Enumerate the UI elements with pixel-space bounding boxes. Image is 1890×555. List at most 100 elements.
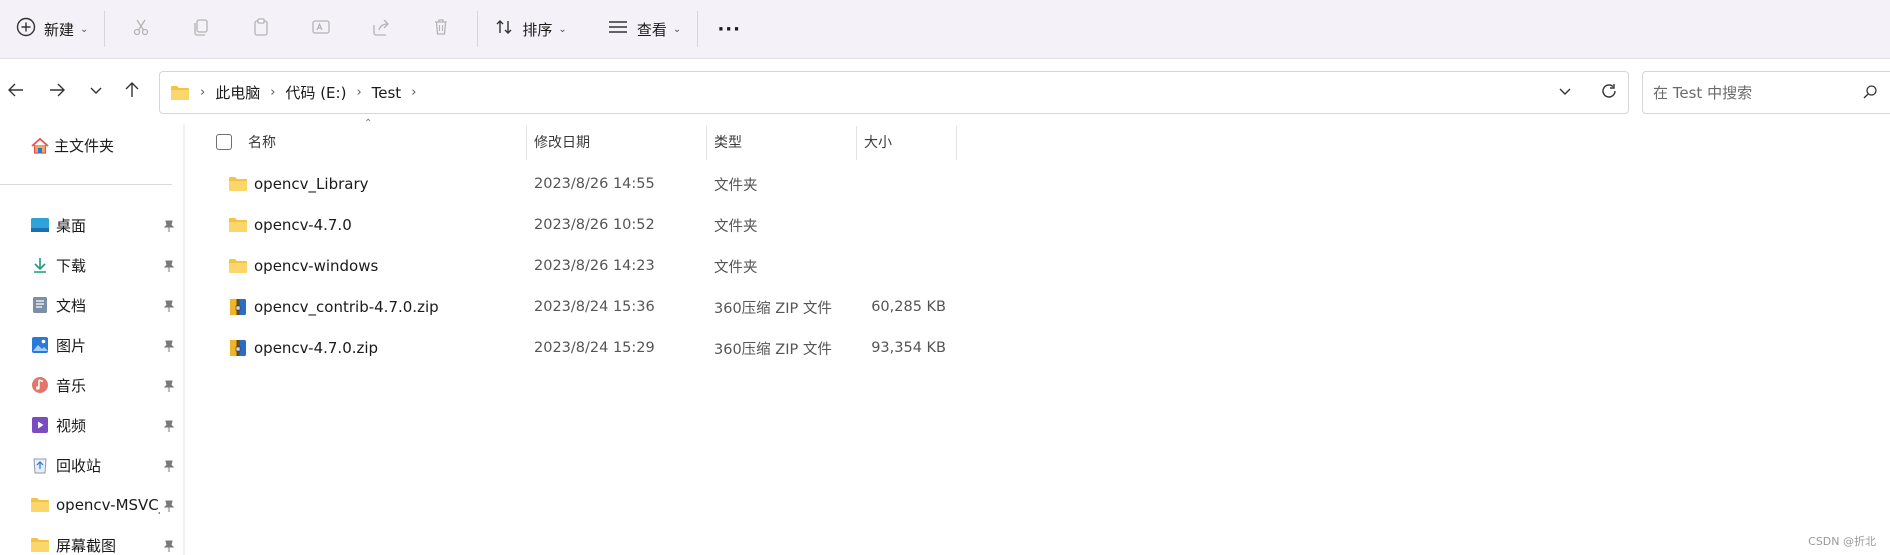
sidebar-item-music[interactable]: 音乐 (30, 370, 180, 400)
new-label: 新建 (44, 20, 75, 39)
select-all-checkbox[interactable] (216, 124, 232, 160)
rename-button[interactable] (291, 9, 351, 49)
file-size (826, 208, 946, 242)
sidebar-item-screenshots[interactable]: 屏幕截图 (30, 530, 180, 555)
file-size (826, 167, 946, 201)
column-header-name[interactable]: 名称 (248, 124, 518, 160)
column-divider[interactable] (706, 126, 707, 160)
column-header-size[interactable]: 大小 (864, 124, 954, 160)
desktop-icon (30, 215, 50, 235)
file-row[interactable]: opencv_contrib-4.7.0.zip 2023/8/24 15:36… (200, 290, 960, 324)
view-button[interactable]: 查看 ⌄ (597, 9, 691, 49)
column-header-label: 大小 (864, 135, 892, 151)
arrow-left-icon (7, 81, 25, 103)
folder-icon (228, 257, 248, 275)
pin-icon[interactable] (163, 258, 175, 276)
file-type: 文件夹 (714, 218, 758, 235)
sidebar-item-videos[interactable]: 视频 (30, 410, 180, 440)
column-header-date[interactable]: 修改日期 (534, 124, 704, 160)
column-divider[interactable] (956, 126, 957, 160)
breadcrumb-chevron-icon[interactable]: › (411, 85, 416, 100)
file-row[interactable]: opencv-windows 2023/8/26 14:23 文件夹 (200, 249, 960, 283)
file-date: 2023/8/24 15:29 (534, 340, 655, 356)
forward-button[interactable] (41, 76, 73, 108)
more-options-button[interactable]: ··· (704, 9, 754, 49)
column-header-type[interactable]: 类型 (714, 124, 854, 160)
search-placeholder: 在 Test 中搜索 (1653, 84, 1753, 102)
home-icon (30, 136, 50, 156)
sort-arrows-icon (494, 17, 514, 41)
file-size (826, 249, 946, 283)
pin-icon[interactable] (163, 458, 175, 476)
column-header-label: 类型 (714, 135, 742, 151)
breadcrumb-test[interactable]: Test (372, 84, 402, 102)
breadcrumb-drive-e[interactable]: 代码 (E:) (285, 82, 346, 103)
file-type: 360压缩 ZIP 文件 (714, 300, 832, 317)
navigation-bar: › 此电脑 › 代码 (E:) › Test › 在 Test 中搜索 (0, 60, 1890, 124)
new-button[interactable]: 新建 ⌄ (6, 9, 98, 49)
sidebar-divider (0, 184, 172, 185)
sidebar-item-label: 视频 (56, 416, 87, 435)
file-row[interactable]: opencv-4.7.0 2023/8/26 10:52 文件夹 (200, 208, 960, 242)
breadcrumb: › 此电脑 › 代码 (E:) › Test › (200, 82, 426, 103)
pin-icon[interactable] (163, 498, 175, 516)
sidebar-item-recycle-bin[interactable]: 回收站 (30, 450, 180, 480)
file-row[interactable]: opencv_Library 2023/8/26 14:55 文件夹 (200, 167, 960, 201)
view-label: 查看 (636, 20, 667, 39)
watermark: CSDN @折北 (1808, 535, 1876, 548)
cut-button[interactable] (111, 9, 171, 49)
delete-button[interactable] (411, 9, 471, 49)
video-icon (30, 415, 50, 435)
search-input[interactable]: 在 Test 中搜索 (1642, 71, 1890, 114)
breadcrumb-chevron-icon[interactable]: › (200, 85, 205, 100)
file-type: 文件夹 (714, 259, 758, 276)
share-button[interactable] (351, 9, 411, 49)
file-type: 360压缩 ZIP 文件 (714, 341, 832, 358)
file-date: 2023/8/26 14:55 (534, 176, 655, 192)
up-button[interactable] (116, 76, 148, 108)
pin-icon[interactable] (163, 298, 175, 316)
pin-icon[interactable] (163, 418, 175, 436)
pin-icon[interactable] (163, 338, 175, 356)
pin-icon[interactable] (163, 218, 175, 236)
document-icon (30, 295, 50, 315)
column-header-label: 修改日期 (534, 135, 590, 151)
sidebar-item-pictures[interactable]: 图片 (30, 330, 180, 360)
sidebar-scrollbar[interactable] (183, 124, 185, 555)
add-circle-icon (16, 17, 36, 41)
breadcrumb-chevron-icon[interactable]: › (270, 85, 275, 100)
address-history-chevron-icon[interactable] (1558, 84, 1572, 102)
back-button[interactable] (0, 76, 32, 108)
pin-icon[interactable] (163, 378, 175, 396)
view-list-icon (607, 17, 629, 41)
breadcrumb-chevron-icon[interactable]: › (356, 85, 361, 100)
copy-button[interactable] (171, 9, 231, 49)
sidebar-item-label: 音乐 (56, 376, 87, 395)
column-header-row: ⌃ 名称 修改日期 类型 大小 (200, 118, 960, 160)
sort-button[interactable]: 排序 ⌄ (484, 9, 576, 49)
address-bar[interactable]: › 此电脑 › 代码 (E:) › Test › (159, 71, 1629, 114)
copy-icon (191, 17, 211, 41)
pin-icon[interactable] (163, 538, 175, 555)
picture-icon (30, 335, 50, 355)
file-type: 文件夹 (714, 177, 758, 194)
file-row[interactable]: opencv-4.7.0.zip 2023/8/24 15:29 360压缩 Z… (200, 331, 960, 365)
sidebar-item-home[interactable]: 主文件夹 (30, 135, 114, 156)
file-name: opencv-4.7.0 (254, 216, 352, 234)
sort-label: 排序 (522, 20, 553, 39)
command-bar: 新建 ⌄ 排序 ⌄ 查看 ⌄ ··· (0, 0, 1890, 59)
column-divider[interactable] (526, 126, 527, 160)
sidebar-item-desktop[interactable]: 桌面 (30, 210, 180, 240)
refresh-icon[interactable] (1600, 82, 1618, 104)
paste-button[interactable] (231, 9, 291, 49)
column-divider[interactable] (856, 126, 857, 160)
more-icon: ··· (717, 18, 741, 40)
breadcrumb-this-pc[interactable]: 此电脑 (215, 82, 260, 103)
folder-icon (228, 216, 248, 234)
sidebar-item-downloads[interactable]: 下载 (30, 250, 180, 280)
sidebar-item-opencv-msvc[interactable]: opencv-MSVC_ (30, 490, 180, 520)
sidebar-item-documents[interactable]: 文档 (30, 290, 180, 320)
recent-locations-button[interactable] (80, 76, 112, 108)
folder-icon (30, 495, 50, 515)
chevron-down-icon: ⌄ (672, 23, 682, 35)
